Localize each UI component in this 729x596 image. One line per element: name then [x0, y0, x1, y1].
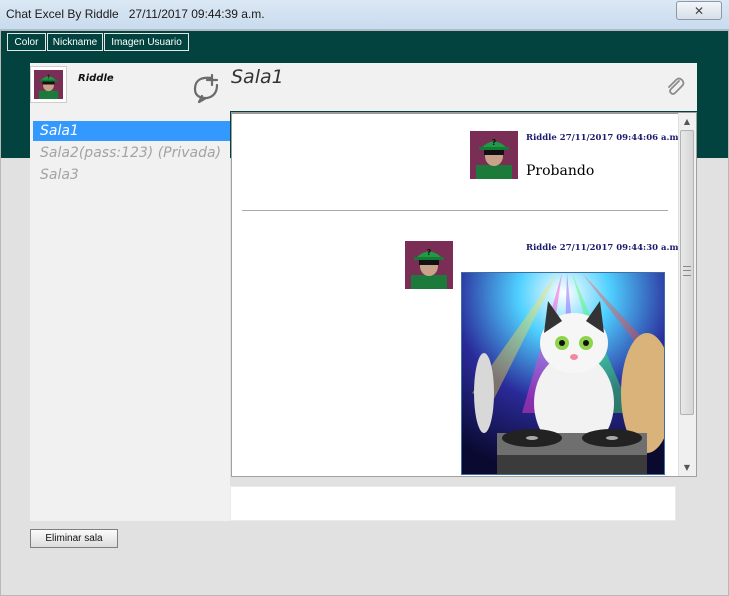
message-input[interactable]	[230, 486, 676, 521]
room-item-sala1[interactable]: Sala1	[33, 121, 230, 141]
delete-room-label: Eliminar sala	[45, 533, 103, 544]
svg-text:?: ?	[427, 248, 432, 257]
message-avatar: ?	[470, 131, 518, 179]
message-text: Probando	[526, 163, 595, 179]
avatar[interactable]: ?	[30, 66, 67, 103]
window-datetime: 27/11/2017 09:44:39 a.m.	[128, 7, 265, 21]
riddler-avatar-icon: ?	[405, 241, 453, 289]
message-image[interactable]	[461, 272, 665, 475]
scroll-grip	[683, 266, 691, 276]
riddler-avatar-icon: ?	[34, 70, 63, 99]
room-item-sala3[interactable]: Sala3	[33, 165, 230, 185]
delete-room-button[interactable]: Eliminar sala	[30, 529, 118, 548]
color-button[interactable]: Color	[7, 33, 46, 51]
scroll-down-icon: ▼	[683, 462, 691, 472]
paperclip-icon	[668, 77, 685, 95]
window-title-text: Chat Excel By Riddle	[6, 7, 119, 21]
riddler-avatar-icon: ?	[470, 131, 518, 179]
chat-bubble-plus-icon	[193, 73, 219, 104]
scroll-up-button[interactable]: ▲	[678, 113, 696, 129]
scroll-grip-line	[683, 270, 691, 271]
close-button[interactable]: ✕	[676, 1, 722, 20]
nickname-button-label: Nickname	[52, 36, 98, 48]
room-item-label: Sala1	[40, 123, 79, 139]
user-image-button-label: Imagen Usuario	[111, 36, 182, 48]
message-avatar: ?	[405, 241, 453, 289]
user-image-button[interactable]: Imagen Usuario	[104, 33, 189, 51]
nickname-button[interactable]: Nickname	[47, 33, 103, 51]
close-icon: ✕	[693, 3, 705, 18]
attach-button[interactable]	[664, 76, 686, 98]
message-divider	[242, 210, 668, 211]
user-name: Riddle	[78, 73, 114, 84]
window-title: Chat Excel By Riddle 27/11/2017 09:44:39…	[6, 7, 265, 21]
room-item-label: Sala3	[40, 167, 79, 183]
new-room-button[interactable]	[190, 72, 222, 104]
dj-cat-image-icon	[462, 273, 664, 474]
svg-text:?: ?	[492, 138, 497, 147]
scroll-up-icon: ▲	[683, 116, 691, 126]
message-meta: Riddle 27/11/2017 09:44:06 a.m.	[526, 133, 682, 143]
chat-header-panel	[30, 63, 697, 111]
room-title: Sala1	[231, 66, 284, 88]
room-item-sala2[interactable]: Sala2(pass:123) (Privada)	[33, 143, 230, 163]
room-item-label: Sala2(pass:123) (Privada)	[40, 145, 222, 161]
svg-text:?: ?	[47, 74, 50, 80]
color-button-label: Color	[14, 36, 39, 48]
message-meta: Riddle 27/11/2017 09:44:30 a.m.	[526, 243, 682, 253]
scroll-down-button[interactable]: ▼	[678, 459, 696, 475]
